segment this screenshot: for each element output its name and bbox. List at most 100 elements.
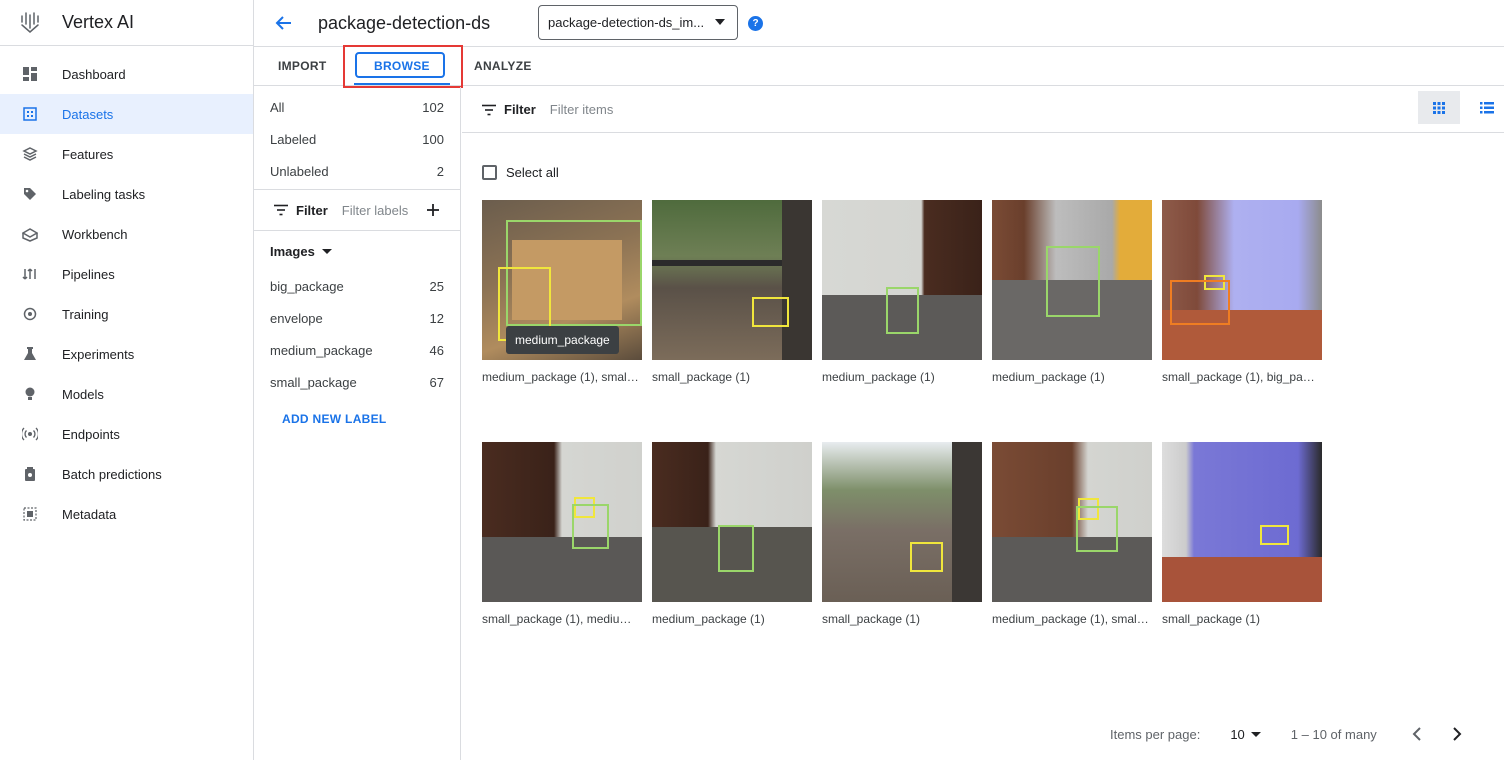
next-page-button[interactable] xyxy=(1445,722,1469,746)
sidebar-item-features[interactable]: Features xyxy=(0,134,253,174)
sidebar-item-datasets[interactable]: Datasets xyxy=(0,94,253,134)
floor-shape xyxy=(992,537,1152,602)
label-row-medium-package[interactable]: medium_package 46 xyxy=(254,334,460,366)
tile-caption: medium_package (1), small_package (1) xyxy=(992,612,1150,626)
tile-caption: medium_package (1) xyxy=(992,370,1105,384)
previous-page-button[interactable] xyxy=(1405,722,1429,746)
bounding-box xyxy=(572,504,609,549)
filter-label: Filter xyxy=(296,202,328,218)
divider xyxy=(254,230,460,231)
bounding-box xyxy=(752,297,789,327)
label-row-big-package[interactable]: big_package 25 xyxy=(254,270,460,302)
sidebar-item-label: Pipelines xyxy=(62,266,115,282)
add-icon[interactable] xyxy=(426,203,440,217)
package-photo xyxy=(1162,442,1322,602)
sidebar-item-training[interactable]: Training xyxy=(0,294,253,334)
bounding-box xyxy=(910,542,943,572)
back-arrow-icon[interactable] xyxy=(274,13,294,33)
filter-all-row[interactable]: All 102 xyxy=(254,91,460,123)
label-row-envelope[interactable]: envelope 12 xyxy=(254,302,460,334)
package-photo xyxy=(652,200,812,360)
image-tile[interactable]: medium_package (1) xyxy=(822,200,982,384)
count-value: 102 xyxy=(422,99,444,115)
label-count: 25 xyxy=(429,278,444,294)
bounding-box xyxy=(1170,280,1230,325)
caret-down-icon xyxy=(1250,731,1261,737)
package-photo xyxy=(482,442,642,602)
checkbox[interactable] xyxy=(482,165,497,180)
images-section-toggle[interactable]: Images xyxy=(254,232,460,270)
label-panel: All 102 Labeled 100 Unlabeled 2 Filter F… xyxy=(254,87,461,760)
package-photo xyxy=(822,200,982,360)
page-size-select[interactable]: 10 xyxy=(1230,726,1261,742)
metadata-icon xyxy=(22,506,38,522)
label-count: 46 xyxy=(429,342,444,358)
grid-view-button[interactable] xyxy=(1418,91,1460,124)
tile-caption: medium_package (1), small_package (1) xyxy=(482,370,640,384)
filter-unlabeled-row[interactable]: Unlabeled 2 xyxy=(254,155,460,187)
tile-caption: small_package (1) xyxy=(1162,612,1261,626)
image-tile[interactable]: medium_package (1) xyxy=(652,442,812,626)
tile-caption: small_package (1), medium_package (1) xyxy=(482,612,640,626)
sidebar-item-label: Models xyxy=(62,386,104,402)
sidebar-item-endpoints[interactable]: Endpoints xyxy=(0,414,253,454)
filter-labels-input[interactable]: Filter labels xyxy=(342,203,408,218)
page-size-value: 10 xyxy=(1230,726,1245,742)
filter-items-input[interactable]: Filter items xyxy=(550,102,614,117)
door-frame-shape xyxy=(952,442,982,602)
package-photo xyxy=(1162,200,1322,360)
tile-caption: small_package (1) xyxy=(822,612,921,626)
help-icon[interactable]: ? xyxy=(748,16,763,31)
models-icon xyxy=(22,386,38,402)
dataset-version-select[interactable]: package-detection-ds_im... xyxy=(538,5,738,40)
sidebar-item-batch-predictions[interactable]: Batch predictions xyxy=(0,454,253,494)
door-frame-shape xyxy=(782,200,812,360)
image-tile[interactable]: small_package (1) xyxy=(652,200,812,384)
select-all-checkbox[interactable]: Select all xyxy=(482,165,559,180)
bounding-box xyxy=(718,525,754,572)
label-name: medium_package xyxy=(270,342,373,358)
sidebar-item-models[interactable]: Models xyxy=(0,374,253,414)
sidebar-item-metadata[interactable]: Metadata xyxy=(0,494,253,534)
package-photo xyxy=(652,442,812,602)
sidebar-item-label: Features xyxy=(62,146,114,162)
bounding-box xyxy=(1046,246,1100,317)
experiments-icon xyxy=(22,346,38,362)
image-tile[interactable]: small_package (1) xyxy=(1162,442,1322,626)
training-icon xyxy=(22,306,38,322)
image-tile[interactable]: small_package (1) xyxy=(822,442,982,626)
sidebar-item-labeling-tasks[interactable]: Labeling tasks xyxy=(0,174,253,214)
datasets-icon xyxy=(22,106,38,122)
tab-import[interactable]: IMPORT xyxy=(278,47,326,85)
tab-browse[interactable]: BROWSE xyxy=(374,47,430,85)
chevron-left-icon xyxy=(1412,727,1421,741)
image-tile[interactable]: medium_package medium_package (1), small… xyxy=(482,200,642,384)
filter-labeled-row[interactable]: Labeled 100 xyxy=(254,123,460,155)
label-count: 12 xyxy=(429,310,444,326)
package-photo xyxy=(992,442,1152,602)
sidebar-item-experiments[interactable]: Experiments xyxy=(0,334,253,374)
image-tile[interactable]: small_package (1), big_package (1) xyxy=(1162,200,1322,384)
features-icon xyxy=(22,146,38,162)
image-tile[interactable]: medium_package (1) xyxy=(992,200,1152,384)
sidebar-item-label: Experiments xyxy=(62,346,135,362)
image-tile[interactable]: medium_package (1), small_package (1) xyxy=(992,442,1152,626)
chevron-down-icon xyxy=(715,19,725,25)
list-view-icon xyxy=(1480,101,1494,113)
tab-analyze[interactable]: ANALYZE xyxy=(474,47,532,85)
tab-bar: IMPORT BROWSE ANALYZE xyxy=(254,46,1504,86)
label-filter[interactable]: Filter Filter labels xyxy=(254,190,460,230)
sidebar: Vertex AI Dashboard Datasets Features La… xyxy=(0,0,254,760)
sidebar-item-pipelines[interactable]: Pipelines xyxy=(0,254,253,294)
label-row-small-package[interactable]: small_package 67 xyxy=(254,366,460,398)
list-view-button[interactable] xyxy=(1472,91,1502,124)
pagination: Items per page: 10 1 – 10 of many xyxy=(1110,722,1485,746)
floor-shape xyxy=(482,537,642,602)
sidebar-item-dashboard[interactable]: Dashboard xyxy=(0,54,253,94)
image-tile[interactable]: small_package (1), medium_package (1) xyxy=(482,442,642,626)
add-new-label-button[interactable]: ADD NEW LABEL xyxy=(282,412,460,426)
pipelines-icon xyxy=(22,266,38,282)
bounding-box xyxy=(886,287,919,334)
sidebar-item-workbench[interactable]: Workbench xyxy=(0,214,253,254)
sidebar-item-label: Endpoints xyxy=(62,426,120,442)
